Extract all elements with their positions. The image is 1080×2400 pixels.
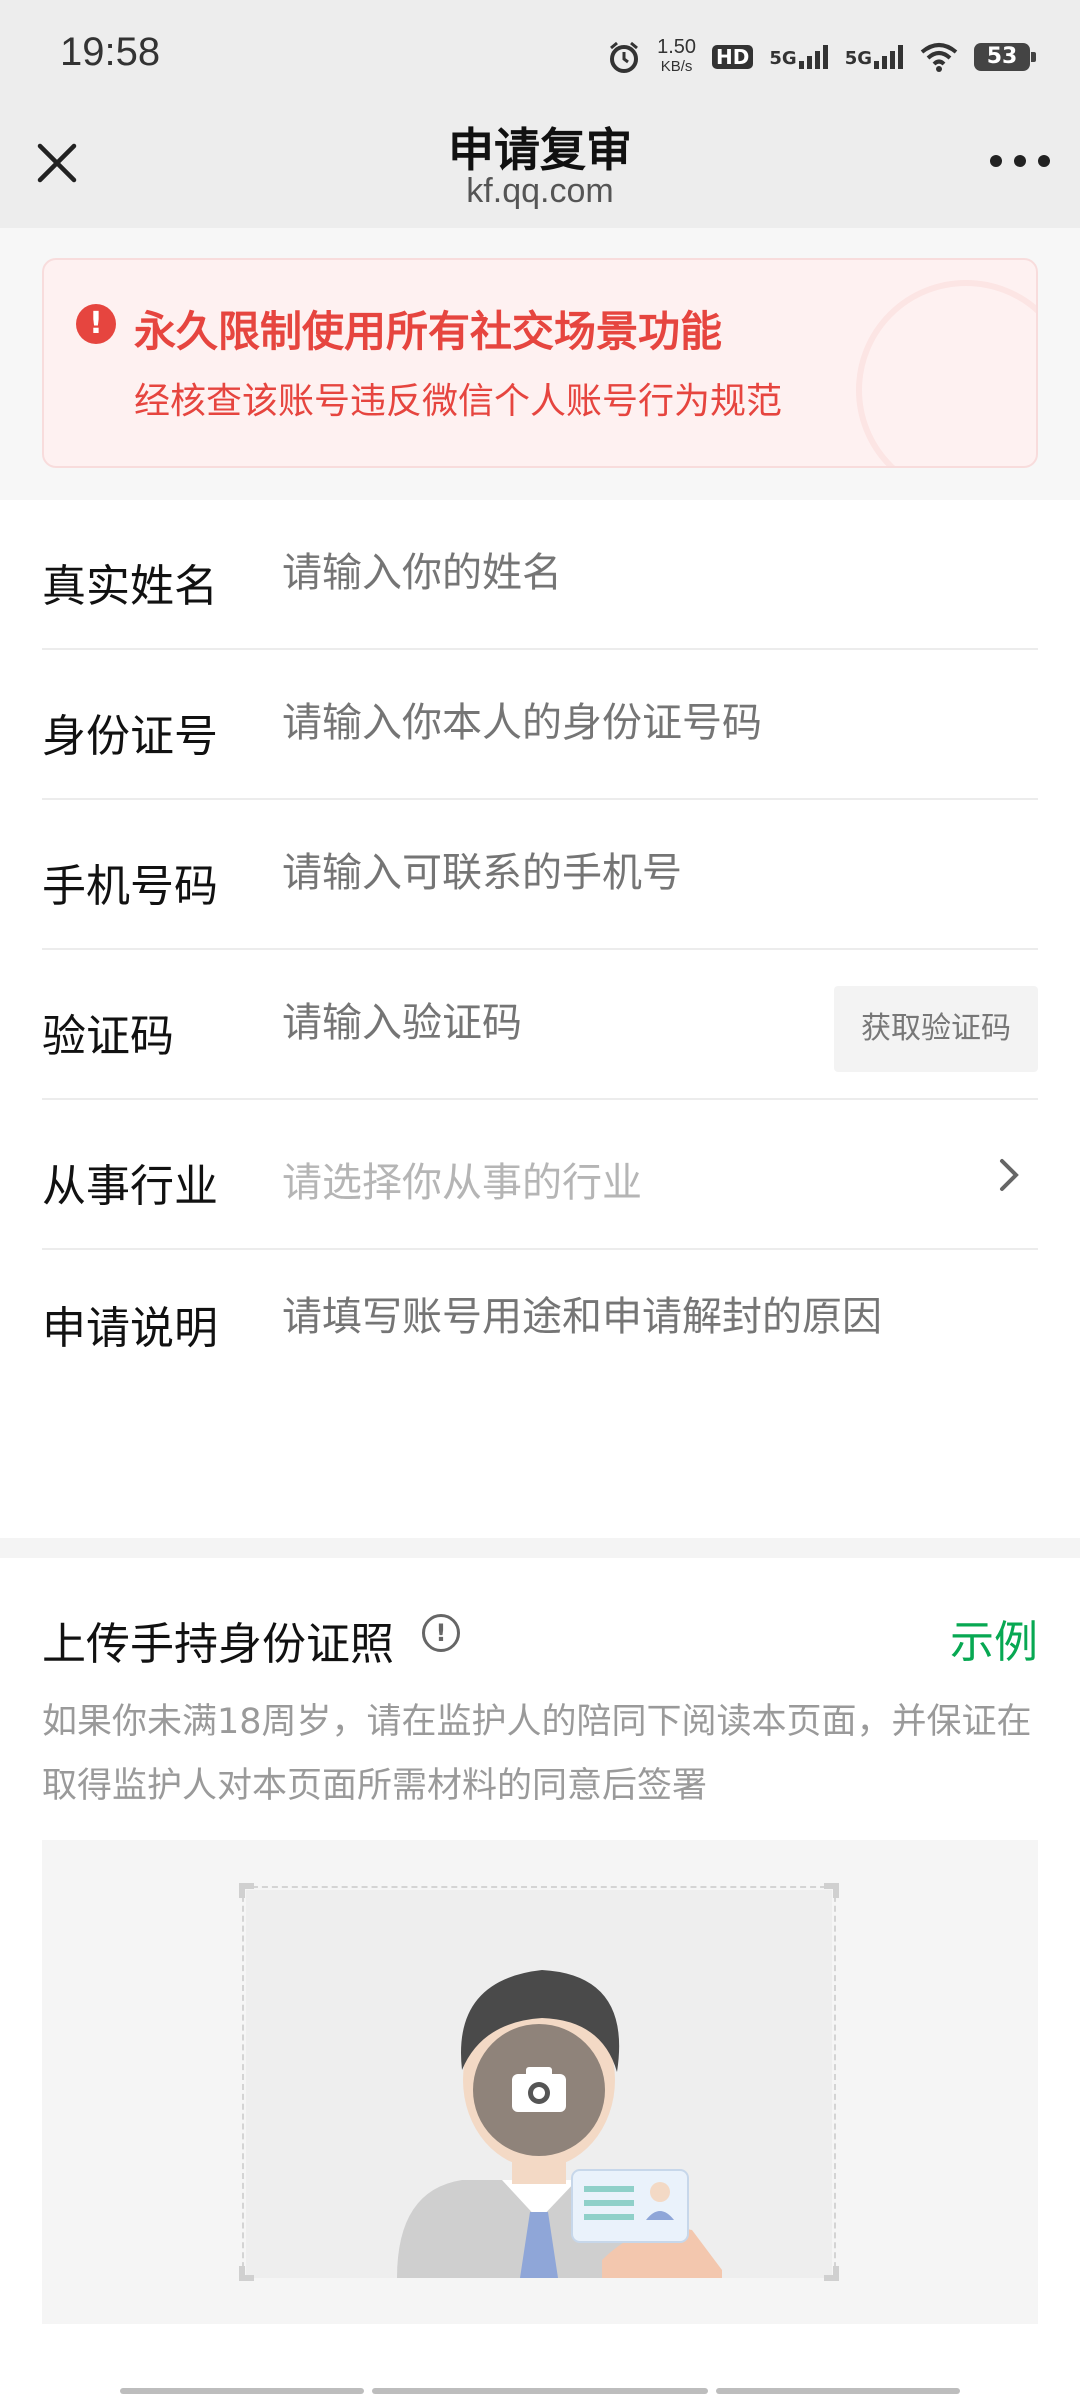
id-number-label: 身份证号 [42,711,218,762]
signal-icon: 5G [845,45,904,69]
name-input[interactable] [282,550,842,596]
form-row-id: 身份证号 [42,650,1038,800]
nav-bar: 申请复审 kf.qq.com [0,100,1080,228]
net-speed: 1.50 KB/s [657,37,696,77]
signal-icon: 5G [769,45,828,69]
nav-gesture-bar [372,2388,708,2394]
code-input[interactable] [282,1000,802,1046]
sim1-label: 5G [769,48,797,69]
wifi-icon [920,43,958,72]
nav-gesture-bar [120,2388,364,2394]
nav-gesture-bar [716,2388,960,2394]
page-title: 申请复审 [448,123,632,177]
form-row-code: 验证码 获取验证码 [42,950,1038,1100]
upload-description: 如果你未满18周岁，请在监护人的陪同下阅读本页面，并保证在取得监护人对本页面所需… [42,1702,1032,1806]
industry-label: 从事行业 [42,1161,218,1212]
form-row-industry[interactable]: 从事行业 请选择你从事的行业 [42,1100,1038,1250]
form-row-phone: 手机号码 [42,800,1038,950]
banner-subtitle: 经核查该账号违反微信个人账号行为规范 [134,381,783,422]
dot [1014,155,1026,167]
name-label: 真实姓名 [42,561,218,612]
info-icon[interactable]: ! [422,1614,460,1652]
code-label: 验证码 [42,1011,174,1062]
upload-section: 上传手持身份证照 ! 示例 如果你未满18周岁，请在监护人的陪同下阅读本页面，并… [0,1558,1080,2400]
phone-input[interactable] [282,850,842,896]
restriction-banner: ! 永久限制使用所有社交场景功能 经核查该账号违反微信个人账号行为规范 [42,258,1038,468]
get-code-button[interactable]: 获取验证码 [834,986,1038,1072]
id-photo-upload[interactable] [42,1840,1038,2324]
dot [1038,155,1050,167]
warning-icon: ! [76,304,116,344]
page-domain: kf.qq.com [466,172,614,210]
banner-section: ! 永久限制使用所有社交场景功能 经核查该账号违反微信个人账号行为规范 [0,228,1080,500]
upload-title: 上传手持身份证照 [42,1619,394,1670]
battery-icon: 53 [974,43,1036,71]
net-speed-unit: KB/s [660,58,693,75]
hd-icon: HD [712,45,754,69]
form-row-name: 真实姓名 [42,500,1038,650]
dot [990,155,1002,167]
status-time: 19:58 [60,30,161,74]
reason-textarea[interactable] [282,1284,1002,1474]
more-icon[interactable] [990,146,1050,176]
section-divider [0,1538,1080,1558]
id-number-input[interactable] [282,700,842,746]
chevron-right-icon [1000,1159,1019,1191]
phone-label: 手机号码 [42,861,218,912]
example-link[interactable]: 示例 [950,1606,1038,1670]
reason-label: 申请说明 [42,1303,218,1354]
status-bar: 19:58 1.50 KB/s HD 5G 5G 53 [0,0,1080,100]
person-holding-id-illustration [239,1883,839,2281]
net-speed-value: 1.50 [657,36,697,58]
stamp-watermark [856,280,1036,466]
alarm-icon [610,41,639,73]
form-row-reason: 申请说明 [42,1250,1038,1500]
status-icons: 1.50 KB/s HD 5G 5G 53 [607,32,1036,82]
sim2-label: 5G [844,48,872,69]
industry-select[interactable]: 请选择你从事的行业 [282,1150,842,1208]
banner-title: 永久限制使用所有社交场景功能 [134,307,723,356]
